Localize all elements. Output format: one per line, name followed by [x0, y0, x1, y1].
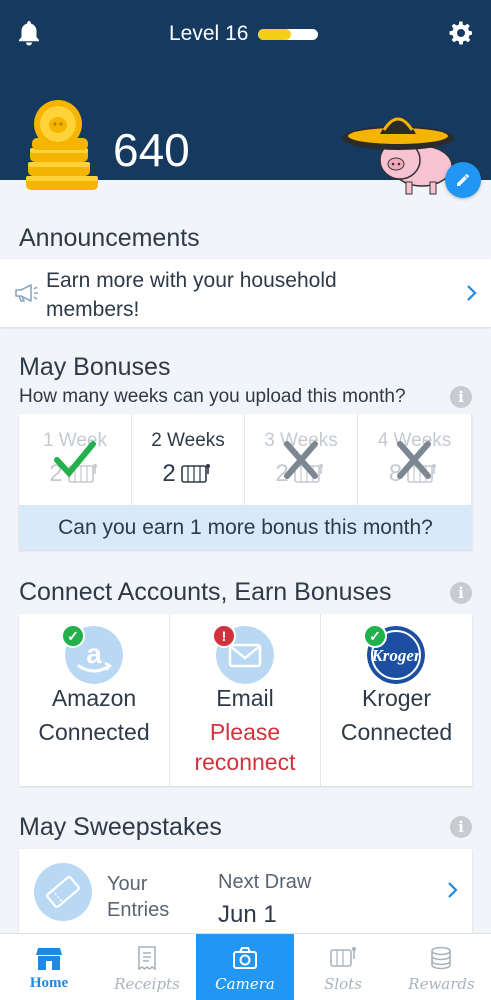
week-bonus-1: 1 Week 2 [19, 414, 132, 505]
info-icon[interactable]: i [450, 582, 472, 604]
x-mark-icon [397, 441, 431, 479]
svg-text:Kroger: Kroger [370, 646, 421, 665]
chevron-right-icon [467, 285, 477, 301]
pig-mascot-icon [342, 117, 454, 195]
connect-accounts-grid: a ✓ Amazon Connected ! Email Please reco… [19, 614, 472, 786]
camera-icon [233, 947, 257, 969]
x-mark-icon [284, 441, 318, 479]
info-icon[interactable]: i [450, 386, 472, 408]
megaphone-icon [15, 284, 38, 302]
receipt-icon [138, 946, 156, 971]
slots-icon [180, 464, 210, 483]
connect-title: Connect Accounts, Earn Bonuses [19, 578, 392, 606]
ticket-icon [34, 863, 92, 921]
warning-alert-badge: ! [212, 624, 236, 648]
level-indicator[interactable]: Level 16 [169, 22, 319, 46]
announcement-message: Earn more with your household members! [46, 269, 337, 321]
points-balance: 640 [113, 124, 190, 176]
pencil-icon [457, 174, 469, 186]
level-progress-fill [258, 28, 292, 40]
nav-camera[interactable]: Camera [196, 934, 294, 1000]
level-progress-bar [258, 28, 319, 40]
bonus-banner[interactable]: Can you earn 1 more bonus this month? [19, 505, 472, 550]
connected-check-badge: ✓ [363, 624, 387, 648]
store-icon [36, 948, 62, 970]
nav-rewards[interactable]: Rewards [392, 934, 491, 1000]
sweepstakes-title: May Sweepstakes [19, 813, 222, 841]
nav-slots[interactable]: Slots [294, 934, 392, 1000]
account-kroger[interactable]: Kroger ✓ Kroger Connected [321, 614, 472, 786]
coin-stack-icon [26, 100, 98, 190]
next-draw-date: Jun 1 [218, 901, 277, 928]
edit-profile-button[interactable] [445, 162, 481, 198]
account-amazon[interactable]: a ✓ Amazon Connected [19, 614, 170, 786]
slots-icon [330, 947, 356, 967]
sweepstakes-card[interactable]: Your Entries Next Draw Jun 1 [19, 849, 472, 939]
header: Level 16 640 [0, 0, 491, 198]
coins-icon [431, 946, 451, 970]
svg-text:a: a [86, 638, 102, 669]
chevron-right-icon [448, 882, 458, 898]
connected-check-badge: ✓ [61, 624, 85, 648]
nav-home[interactable]: Home [0, 934, 98, 1000]
announcements-title: Announcements [19, 224, 200, 252]
bonuses-subtitle: How many weeks can you upload this month… [19, 386, 406, 407]
level-label: Level 16 [169, 22, 249, 45]
account-email[interactable]: ! Email Please reconnect [170, 614, 321, 786]
bonuses-title: May Bonuses [19, 353, 171, 381]
info-icon[interactable]: i [450, 816, 472, 838]
next-draw-label: Next Draw [218, 871, 312, 893]
week-bonus-3: 3 Weeks 2 [245, 414, 358, 505]
weekly-bonus-grid: 1 Week 2 2 Weeks 2 3 Weeks 2 4 Weeks 8 C… [19, 414, 472, 550]
gear-icon[interactable] [446, 18, 476, 48]
announcement-card[interactable]: Earn more with your household members! [0, 259, 491, 327]
week-bonus-2: 2 Weeks 2 [132, 414, 245, 505]
week-bonus-4: 4 Weeks 8 [358, 414, 472, 505]
nav-receipts[interactable]: Receipts [98, 934, 196, 1000]
check-mark-icon [54, 441, 96, 478]
bell-icon[interactable] [14, 18, 44, 48]
your-entries-label: Your Entries [107, 873, 170, 921]
bottom-nav: Home Receipts Camera Slots Rewards [0, 933, 491, 1000]
